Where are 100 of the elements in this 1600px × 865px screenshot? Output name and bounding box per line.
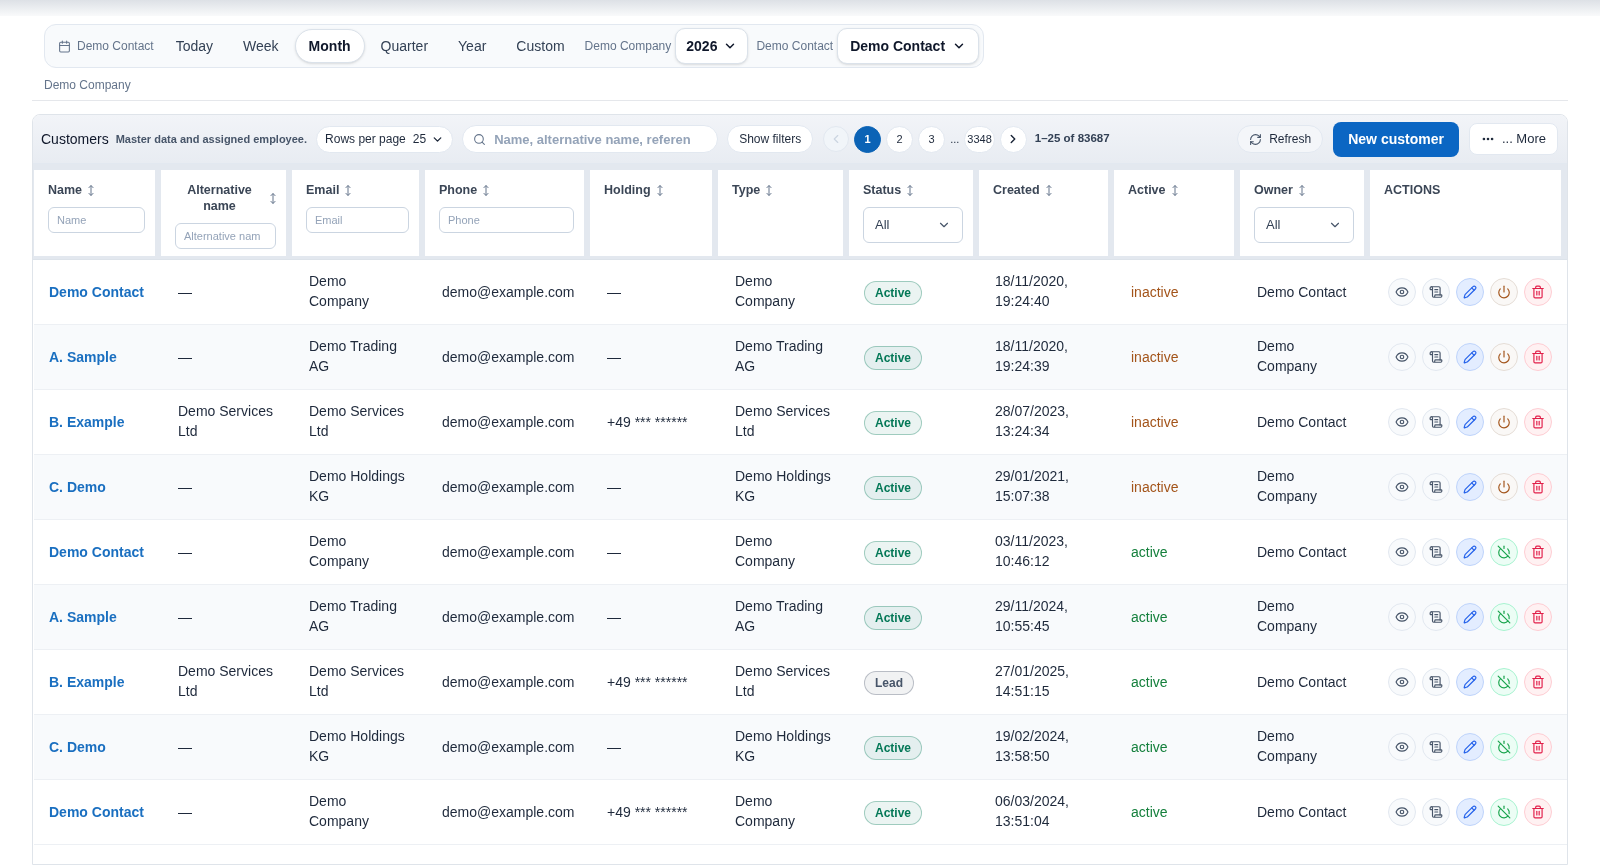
view-button[interactable] xyxy=(1388,603,1416,631)
sort-icon[interactable] xyxy=(1171,184,1178,196)
edit-button[interactable] xyxy=(1456,278,1484,306)
column-filter-input[interactable]: Name xyxy=(48,207,145,233)
activate-button[interactable] xyxy=(1490,473,1518,501)
delete-button[interactable] xyxy=(1524,603,1552,631)
customer-name-link[interactable]: B. Example xyxy=(49,672,125,692)
refresh-button[interactable]: Refresh xyxy=(1237,125,1324,153)
page-button[interactable]: 3348 xyxy=(964,125,995,153)
activate-button[interactable] xyxy=(1490,408,1518,436)
customer-name-link[interactable]: B. Example xyxy=(49,412,125,432)
view-button[interactable] xyxy=(1388,343,1416,371)
column-filter-input[interactable]: Phone xyxy=(439,207,574,233)
contact-select[interactable]: Demo Contact xyxy=(837,28,980,64)
delete-button[interactable] xyxy=(1524,278,1552,306)
sort-icon[interactable] xyxy=(766,184,773,196)
view-button[interactable] xyxy=(1388,668,1416,696)
deactivate-button[interactable] xyxy=(1490,733,1518,761)
delete-button[interactable] xyxy=(1524,473,1552,501)
period-tab[interactable]: Week xyxy=(229,29,293,63)
column-filter-select[interactable]: All xyxy=(1254,207,1354,243)
sort-icon[interactable] xyxy=(907,184,914,196)
rows-per-page-select[interactable]: Rows per page 25 xyxy=(316,125,454,153)
delete-button[interactable] xyxy=(1524,798,1552,826)
customer-name-link[interactable]: Demo Contact xyxy=(49,542,144,562)
deactivate-button[interactable] xyxy=(1490,538,1518,566)
period-tab[interactable]: Custom xyxy=(502,29,579,63)
more-button[interactable]: ... More xyxy=(1468,123,1558,155)
new-customer-button[interactable]: New customer xyxy=(1333,121,1459,157)
view-button[interactable] xyxy=(1388,278,1416,306)
activate-button[interactable] xyxy=(1490,278,1518,306)
scroll-button[interactable] xyxy=(1422,798,1450,826)
scroll-button[interactable] xyxy=(1422,473,1450,501)
sort-icon[interactable] xyxy=(1298,184,1305,196)
page-button[interactable]: 1 xyxy=(854,125,882,153)
scroll-button[interactable] xyxy=(1422,538,1450,566)
phone-text: +49 *** ****** xyxy=(607,673,688,692)
year-select[interactable]: 2026 xyxy=(675,28,749,64)
page-button[interactable]: 2 xyxy=(886,125,914,153)
period-tab[interactable]: Quarter xyxy=(366,29,443,63)
period-tab[interactable]: Month xyxy=(294,29,365,63)
deactivate-button[interactable] xyxy=(1490,798,1518,826)
scroll-button[interactable] xyxy=(1422,343,1450,371)
delete-button[interactable] xyxy=(1524,538,1552,566)
deactivate-button[interactable] xyxy=(1490,668,1518,696)
scroll-button[interactable] xyxy=(1422,733,1450,761)
edit-button[interactable] xyxy=(1456,668,1484,696)
status-badge: Active xyxy=(864,605,923,630)
scroll-icon xyxy=(1429,415,1443,429)
delete-button[interactable] xyxy=(1524,668,1552,696)
view-button[interactable] xyxy=(1388,798,1416,826)
customer-name-link[interactable]: C. Demo xyxy=(49,477,106,497)
scroll-icon xyxy=(1429,610,1443,624)
year-label: Demo Company xyxy=(584,38,672,55)
search-field[interactable]: Name, alternative name, referen xyxy=(462,125,719,153)
edit-button[interactable] xyxy=(1456,798,1484,826)
show-filters-button[interactable]: Show filters xyxy=(727,125,814,153)
customer-name-link[interactable]: C. Demo xyxy=(49,737,106,757)
customer-name-link[interactable]: Demo Contact xyxy=(49,282,144,302)
sort-icon[interactable] xyxy=(270,192,276,204)
column-title: Owner xyxy=(1254,182,1293,198)
edit-button[interactable] xyxy=(1456,538,1484,566)
scroll-button[interactable] xyxy=(1422,278,1450,306)
customer-name-link[interactable]: A. Sample xyxy=(49,347,117,367)
column-filter-select[interactable]: All xyxy=(863,207,963,243)
period-tab[interactable]: Year xyxy=(444,29,501,63)
deactivate-button[interactable] xyxy=(1490,603,1518,631)
scroll-button[interactable] xyxy=(1422,408,1450,436)
column-title: Status xyxy=(863,182,902,198)
period-tab[interactable]: Today xyxy=(161,29,228,63)
activate-button[interactable] xyxy=(1490,343,1518,371)
column-title: Holding xyxy=(604,182,651,198)
edit-button[interactable] xyxy=(1456,473,1484,501)
delete-button[interactable] xyxy=(1524,733,1552,761)
scroll-button[interactable] xyxy=(1422,603,1450,631)
column-filter-input[interactable]: Alternative nam xyxy=(175,223,276,249)
company-text: Demo Company xyxy=(309,792,370,831)
view-button[interactable] xyxy=(1388,538,1416,566)
sort-icon[interactable] xyxy=(88,184,95,196)
scroll-button[interactable] xyxy=(1422,668,1450,696)
view-button[interactable] xyxy=(1388,733,1416,761)
sort-icon[interactable] xyxy=(656,184,663,196)
pencil-icon xyxy=(1463,610,1477,624)
customer-name-link[interactable]: A. Sample xyxy=(49,607,117,627)
status-badge: Active xyxy=(864,410,923,435)
page-button[interactable]: 3 xyxy=(918,125,946,153)
edit-button[interactable] xyxy=(1456,733,1484,761)
sort-icon[interactable] xyxy=(483,184,490,196)
view-button[interactable] xyxy=(1388,408,1416,436)
column-filter-input[interactable]: Email xyxy=(306,207,409,233)
delete-button[interactable] xyxy=(1524,408,1552,436)
delete-button[interactable] xyxy=(1524,343,1552,371)
sort-icon[interactable] xyxy=(345,184,352,196)
edit-button[interactable] xyxy=(1456,343,1484,371)
customer-name-link[interactable]: Demo Contact xyxy=(49,802,144,822)
edit-button[interactable] xyxy=(1456,603,1484,631)
view-button[interactable] xyxy=(1388,473,1416,501)
sort-icon[interactable] xyxy=(1045,184,1052,196)
edit-button[interactable] xyxy=(1456,408,1484,436)
trash-icon xyxy=(1531,545,1545,559)
